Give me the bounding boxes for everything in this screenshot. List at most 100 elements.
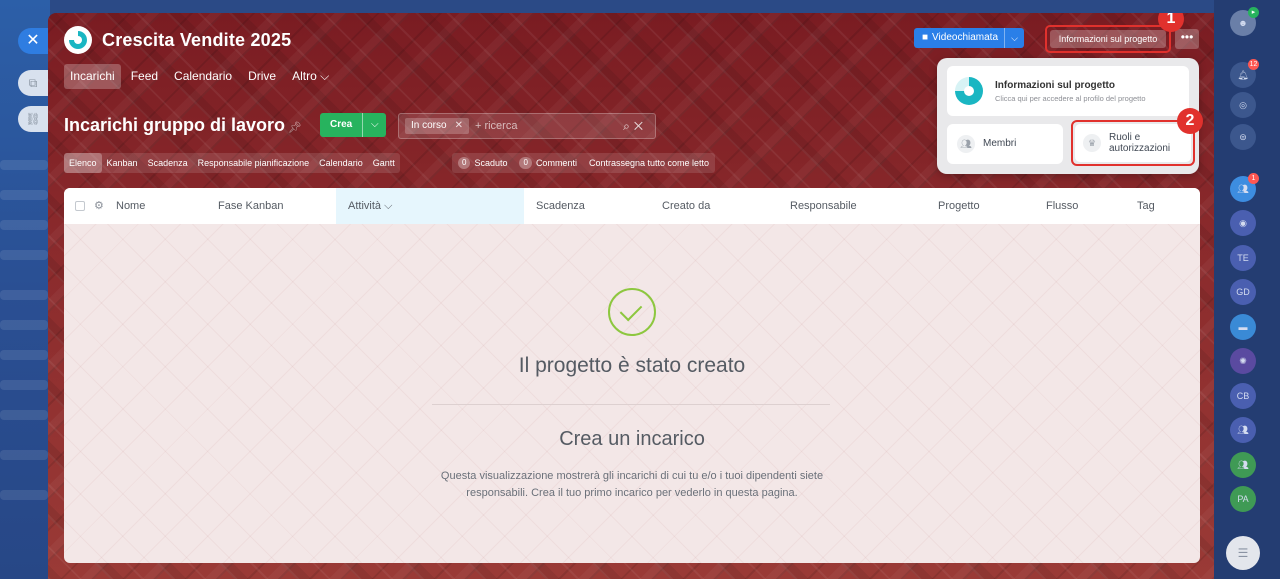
- col-kanban-stage[interactable]: Fase Kanban: [218, 188, 283, 224]
- select-all-checkbox[interactable]: [75, 201, 85, 211]
- project-profile-card[interactable]: Informazioni sul progetto Clicca qui per…: [947, 66, 1189, 116]
- view-switcher: Elenco Kanban Scadenza Responsabile pian…: [64, 153, 400, 173]
- rail-chat-5[interactable]: 👥︎: [1230, 452, 1256, 478]
- filter-search-bar[interactable]: In corso ✕ + ricerca ⌕✕: [398, 113, 656, 139]
- view-planner[interactable]: Responsabile pianificazione: [193, 153, 315, 173]
- tab-drive[interactable]: Drive: [242, 64, 282, 89]
- col-activity[interactable]: Attività ⌵: [336, 188, 524, 224]
- right-rail: ☻ ▸ 🔔︎ 12 ◎ ⊜ 👥︎ 1 ◉ TE GD ▬ ✺ CB 👥︎ 👥︎ …: [1214, 0, 1280, 579]
- view-gantt[interactable]: Gantt: [368, 153, 400, 173]
- empty-state-subtitle: Crea un incarico: [559, 428, 705, 450]
- rail-avatar-pa[interactable]: PA: [1230, 486, 1256, 512]
- overdue-counter[interactable]: 0 Scaduto: [452, 153, 513, 173]
- crown-icon: ♛: [1083, 134, 1101, 152]
- gear-icon[interactable]: ⚙: [94, 188, 104, 224]
- empty-state-title: Il progetto è stato creato: [518, 354, 746, 377]
- notifications-button[interactable]: 🔔︎ 12: [1230, 59, 1259, 88]
- empty-state-description: Questa visualizzazione mostrerà gli inca…: [440, 470, 824, 499]
- create-task-button[interactable]: Crea ⌵: [320, 113, 387, 137]
- group-chat-button[interactable]: 👥︎ 1: [1230, 173, 1259, 202]
- remove-filter-icon[interactable]: ✕: [455, 118, 463, 134]
- tab-tasks[interactable]: Incarichi: [64, 64, 121, 89]
- project-info-button[interactable]: Informazioni sul progetto: [1050, 30, 1166, 48]
- bell-icon: 🔔︎: [1237, 70, 1249, 80]
- rail-menu-button[interactable]: ☰: [1226, 536, 1260, 570]
- view-list[interactable]: Elenco: [64, 153, 102, 173]
- filter-chip[interactable]: In corso ✕: [405, 118, 469, 134]
- rail-chat-3[interactable]: ✺: [1230, 348, 1256, 374]
- view-calendar[interactable]: Calendario: [314, 153, 368, 173]
- comments-count: 0: [519, 157, 532, 169]
- col-responsible[interactable]: Responsabile: [790, 188, 857, 224]
- comments-counter[interactable]: 0 Commenti: [513, 153, 582, 173]
- roles-permissions-button[interactable]: ♛ Ruoli e autorizzazioni: [1075, 124, 1191, 162]
- group-icon: 👥︎: [1237, 460, 1249, 470]
- col-deadline[interactable]: Scadenza: [536, 188, 585, 224]
- pin-icon[interactable]: 📌︎: [288, 121, 302, 134]
- copy-link-button[interactable]: ⛓: [18, 106, 48, 132]
- col-flow[interactable]: Flusso: [1046, 188, 1078, 224]
- rail-avatar-gd[interactable]: GD: [1230, 279, 1256, 305]
- close-slider-button[interactable]: ✕: [18, 28, 48, 54]
- col-project[interactable]: Progetto: [938, 188, 980, 224]
- chat-search-icon: ⊜: [1239, 132, 1247, 142]
- rail-chat-2[interactable]: ▬: [1230, 314, 1256, 340]
- roles-label: Ruoli e autorizzazioni: [1109, 131, 1171, 155]
- video-call-dropdown[interactable]: ⌵: [1004, 28, 1025, 48]
- blurred-row: [0, 490, 48, 500]
- notifications-badge: 12: [1248, 59, 1259, 70]
- video-call-label: Videochiamata: [932, 32, 999, 43]
- group-badge: 1: [1248, 173, 1259, 184]
- project-profile-title: Informazioni sul progetto: [995, 79, 1115, 91]
- rail-avatar-cb[interactable]: CB: [1230, 383, 1256, 409]
- blurred-row: [0, 190, 48, 200]
- chevron-down-icon: ⌵: [370, 119, 379, 130]
- col-tag[interactable]: Tag: [1137, 188, 1155, 224]
- user-avatar[interactable]: ☻ ▸: [1230, 7, 1259, 36]
- overdue-count: 0: [458, 157, 471, 169]
- spiral-icon: ◎: [1239, 100, 1247, 110]
- group-icon: 👥︎: [1237, 184, 1249, 194]
- tab-feed[interactable]: Feed: [125, 64, 164, 89]
- project-title: Crescita Vendite 2025: [102, 29, 292, 50]
- divider: [432, 404, 830, 405]
- view-kanban[interactable]: Kanban: [102, 153, 143, 173]
- project-slider: Crescita Vendite 2025 Incarichi Feed Cal…: [48, 13, 1214, 579]
- roles-highlight: ♛ Ruoli e autorizzazioni: [1071, 120, 1195, 166]
- tab-more[interactable]: Altro ⌵: [286, 64, 335, 89]
- camera-icon: ■: [922, 32, 929, 43]
- rail-chat-4[interactable]: 👥︎: [1230, 417, 1256, 443]
- open-new-window-button[interactable]: ⧉: [18, 70, 48, 96]
- view-deadline[interactable]: Scadenza: [143, 153, 193, 173]
- search-input[interactable]: + ricerca: [475, 120, 623, 132]
- tasks-title: Incarichi gruppo di lavoro: [64, 115, 286, 135]
- video-call-button[interactable]: ■ Videochiamata ⌵: [914, 28, 1025, 48]
- tab-calendar[interactable]: Calendario: [168, 64, 238, 89]
- mark-all-read-button[interactable]: Contrassegna tutto come letto: [583, 153, 715, 173]
- blurred-row: [0, 350, 48, 360]
- members-label: Membri: [983, 138, 1017, 150]
- online-status-icon: ▸: [1248, 7, 1259, 18]
- project-profile-desc: Clicca qui per accedere al profilo del p…: [995, 93, 1146, 103]
- message-icon: ▬: [1238, 322, 1248, 332]
- col-name[interactable]: Nome: [116, 188, 145, 224]
- rail-avatar-te[interactable]: TE: [1230, 245, 1256, 271]
- project-tabs: Incarichi Feed Calendario Drive Altro ⌵: [64, 64, 335, 89]
- image-avatar-icon: ✺: [1239, 356, 1247, 366]
- rail-chat-1[interactable]: ◉: [1230, 210, 1256, 236]
- blurred-row: [0, 320, 48, 330]
- more-button[interactable]: •••: [1175, 29, 1199, 49]
- search-rail-button[interactable]: ⊜: [1230, 124, 1256, 150]
- members-button[interactable]: 👥︎ Membri: [947, 124, 1063, 164]
- filter-chip-label: In corso: [411, 120, 447, 131]
- project-logo-icon: [955, 77, 983, 105]
- grid-header: ⚙ Nome Fase Kanban Attività ⌵ Scadenza C…: [64, 188, 1200, 224]
- user-avatar-icon: ☻: [1238, 18, 1248, 28]
- col-created-by[interactable]: Creato da: [662, 188, 710, 224]
- tasks-grid: ⚙ Nome Fase Kanban Attività ⌵ Scadenza C…: [64, 188, 1200, 563]
- search-icon[interactable]: ⌕: [623, 119, 634, 133]
- copilot-button[interactable]: ◎: [1230, 92, 1256, 118]
- create-dropdown[interactable]: ⌵: [362, 113, 387, 137]
- blurred-row: [0, 290, 48, 300]
- clear-icon[interactable]: ✕: [634, 119, 647, 133]
